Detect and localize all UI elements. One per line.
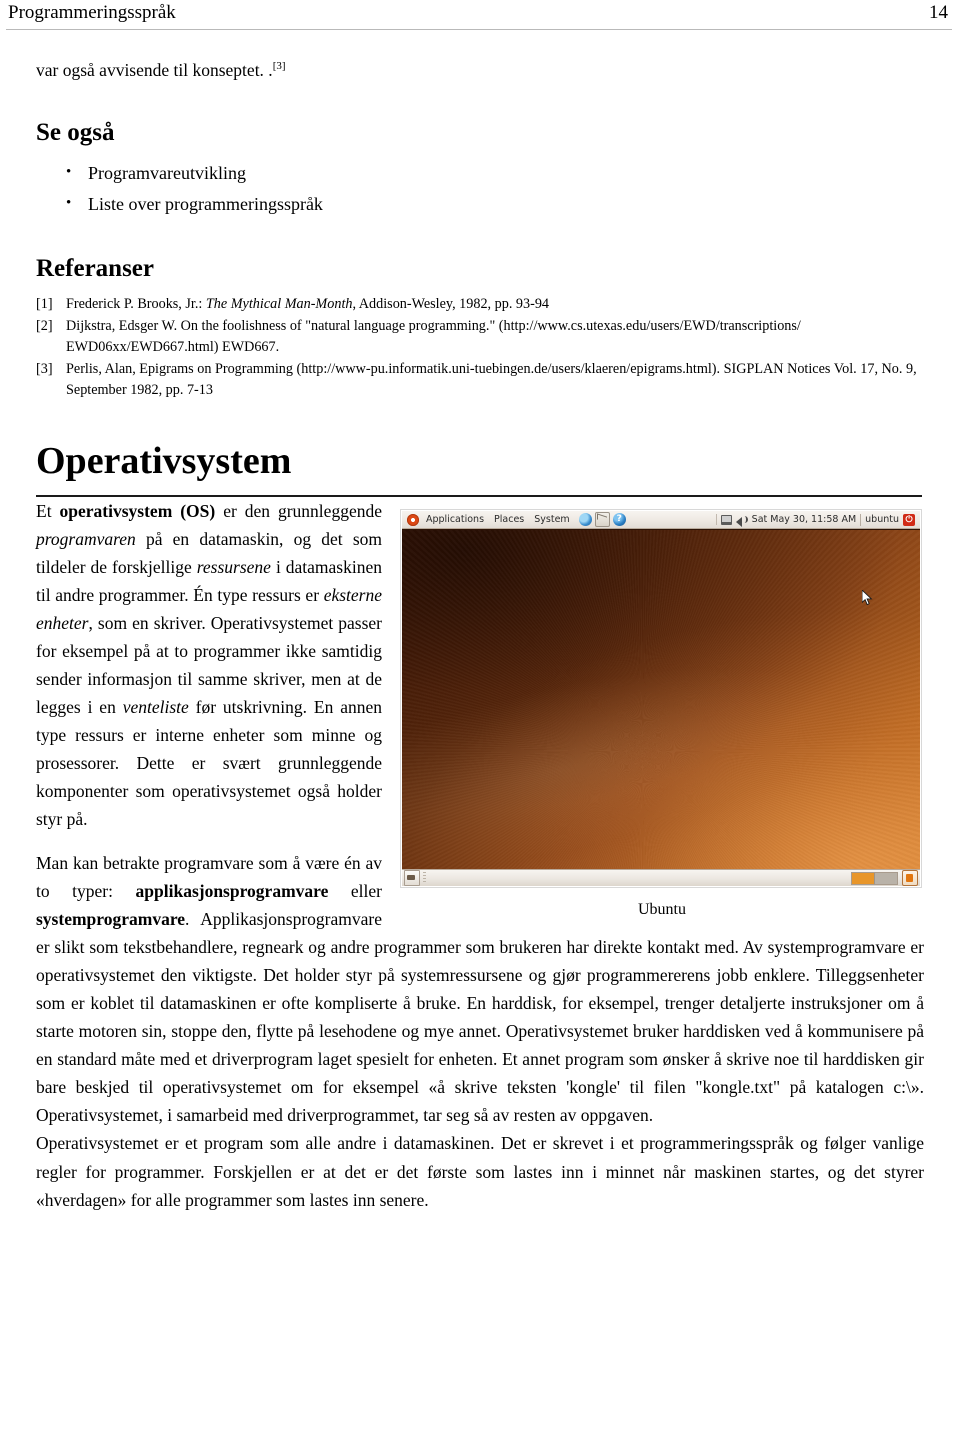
continuation-line: var også avvisende til konseptet. .[3] (36, 56, 924, 84)
volume-icon[interactable] (735, 514, 748, 527)
reference-number: [3] (36, 361, 53, 377)
p2-bold-systemprogramvare: systemprogramvare (36, 909, 186, 929)
menu-system[interactable]: System (529, 514, 574, 525)
page-content: var også avvisende til konseptet. .[3] S… (36, 42, 924, 1215)
trash-icon[interactable] (902, 870, 918, 886)
reference-title-italic: The Mythical Man-Month (205, 296, 353, 312)
running-header: Programmeringsspråk 14 (0, 0, 960, 30)
ubuntu-logo-icon[interactable] (407, 513, 419, 526)
p1-italic-ressursene: ressursene (196, 557, 271, 577)
panel-grip-handle[interactable] (423, 872, 426, 884)
p1-bold-operativsystem: operativsystem (OS) (59, 501, 216, 521)
p1-seg1: Et (36, 501, 60, 521)
firefox-icon[interactable] (578, 513, 592, 526)
reference-text-post: EWD06xx/EWD667.html) EWD667. (66, 339, 280, 355)
paragraph-3: Operativsystemet er et program som alle … (36, 1133, 924, 1210)
page-title: Operativsystem (36, 440, 292, 482)
figure: Applications Places System ? Sat May 30,… (400, 509, 924, 921)
bullet-icon: • (66, 195, 72, 211)
list-item-label: Liste over programmeringsspråk (88, 194, 323, 214)
reference-text-pre: Dijkstra, Edsger W. On the foolishness o… (66, 318, 801, 334)
workspace-switcher[interactable] (851, 871, 898, 885)
article-body-full-width: Operativsystemet er et program som alle … (36, 1129, 924, 1215)
page-number: 14 (929, 2, 948, 23)
bullet-icon: • (66, 164, 72, 180)
power-icon[interactable]: ⏻ (903, 513, 915, 526)
see-also-list: • Programvareutvikling • Liste over prog… (36, 158, 924, 220)
header-title: Programmeringsspråk (8, 2, 176, 23)
reference-number: [1] (36, 296, 53, 312)
list-item[interactable]: • Programvareutvikling (66, 158, 924, 189)
reference-text-pre: Frederick P. Brooks, Jr.: (66, 296, 206, 312)
bottom-panel-right (851, 870, 918, 886)
wallpaper-swirl-pattern (402, 530, 920, 869)
p2-seg2: eller (328, 881, 382, 901)
help-icon[interactable]: ? (612, 513, 626, 526)
menu-applications[interactable]: Applications (421, 514, 489, 525)
figure-caption: Ubuntu (638, 901, 686, 918)
gnome-top-panel: Applications Places System ? Sat May 30,… (402, 511, 920, 529)
mail-icon[interactable] (594, 512, 610, 527)
reference-text-pre: Perlis, Alan, Epigrams on Programming (h… (66, 361, 831, 377)
tray-separator (860, 513, 862, 526)
p1-italic-venteliste: venteliste (122, 697, 189, 717)
p1-seg2: er den grunnleggende (215, 501, 382, 521)
references-heading: Referanser (36, 255, 154, 282)
workspace-2[interactable] (874, 872, 897, 884)
header-divider (6, 29, 952, 30)
mouse-cursor-icon (862, 590, 873, 606)
wallpaper-highlight (402, 530, 920, 869)
menu-places[interactable]: Places (489, 514, 529, 525)
desktop-wallpaper[interactable] (402, 530, 920, 869)
p2-bold-applikasjonsprogramvare: applikasjonsprogramvare (135, 881, 329, 901)
gnome-bottom-panel (402, 869, 920, 886)
reference-item: [1] Frederick P. Brooks, Jr.: The Mythic… (36, 294, 924, 315)
panel-tray: Sat May 30, 11:58 AM ubuntu ⏻ (715, 513, 917, 527)
clock-label[interactable]: Sat May 30, 11:58 AM (752, 514, 856, 525)
reference-item: [2] Dijkstra, Edsger W. On the foolishne… (36, 316, 924, 358)
p2-seg3: . Applikasjonsprogramvare er slikt som t… (36, 909, 924, 1125)
list-item[interactable]: • Liste over programmeringsspråk (66, 189, 924, 220)
ubuntu-desktop-screenshot: Applications Places System ? Sat May 30,… (402, 511, 920, 886)
see-also-heading: Se også (36, 119, 115, 146)
list-item-label: Programvareutvikling (88, 163, 246, 183)
reference-item: [3] Perlis, Alan, Epigrams on Programmin… (36, 359, 924, 401)
continuation-text: var også avvisende til konseptet. . (36, 60, 273, 80)
document-page: Programmeringsspråk 14 var også avvisend… (0, 0, 960, 1447)
p1-italic-programvaren: programvaren (36, 529, 136, 549)
reference-marker: [3] (272, 60, 286, 73)
figure-frame: Applications Places System ? Sat May 30,… (400, 509, 922, 888)
tray-separator (715, 514, 717, 525)
panel-launchers: ? (578, 512, 626, 527)
user-name-label[interactable]: ubuntu (865, 514, 899, 525)
reference-number: [2] (36, 318, 53, 334)
workspace-1[interactable] (852, 872, 874, 884)
reference-text-post: , Addison-Wesley, 1982, pp. 93-94 (352, 296, 550, 312)
references-list: [1] Frederick P. Brooks, Jr.: The Mythic… (36, 294, 924, 401)
show-desktop-icon[interactable] (404, 870, 420, 886)
monitor-icon[interactable] (720, 514, 732, 525)
